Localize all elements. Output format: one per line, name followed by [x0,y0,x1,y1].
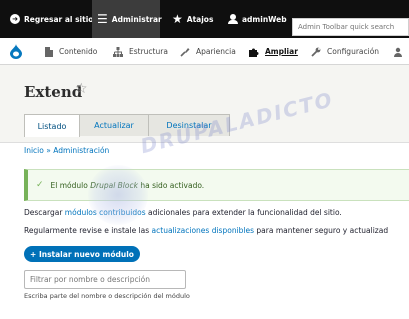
tray-item-apariencia[interactable]: Apariencia [180,38,236,65]
back-arrow-icon: ➜ [10,14,20,24]
tab-desinstalar[interactable]: Desinstalar [149,114,230,136]
available-updates-link[interactable]: actualizaciones disponibles [152,226,254,235]
contributed-modules-link[interactable]: módulos contribuidos [65,208,146,217]
intro-paragraph-2: Regularmente revise e instale las actual… [24,226,388,235]
admin-toolbar: ➜ Regresar al sitio ☰ Administrar ★ Ataj… [0,0,409,38]
status-module-name: Drupal Block [90,180,138,190]
tab-actualizar[interactable]: Actualizar [80,114,149,136]
tray-item-estructura[interactable]: Estructura [113,38,168,65]
breadcrumb-separator: » [46,146,51,155]
drupal-drop-logo-icon[interactable] [10,44,22,61]
paintbrush-icon [180,47,190,57]
manage-tab-label: Administrar [111,14,162,24]
user-tab-label: adminWeb [242,14,287,24]
toolbar-quick-search-input[interactable] [292,18,409,36]
add-shortcut-star-icon[interactable]: ☆ [75,82,88,96]
people-icon [394,47,404,57]
module-filter-input[interactable] [24,270,186,289]
tray-item-label: Configuración [327,47,380,56]
status-text-suffix: ha sido activado. [137,180,205,190]
tray-item-label: Contenido [59,47,98,56]
breadcrumb-admin-link[interactable]: Administración [53,146,109,155]
filter-description: Escriba parte del nombre o descripción d… [24,292,190,300]
tray-item-label: Ampliar [265,47,298,56]
puzzle-icon [249,47,259,57]
tray-item-contenido[interactable]: Contenido [45,38,97,65]
sitemap-icon [113,46,123,57]
page-title: Extend [24,83,83,101]
shortcuts-tab[interactable]: ★ Atajos [172,0,213,38]
manage-tab[interactable]: ☰ Administrar [92,0,162,38]
status-text-prefix: El módulo [50,180,91,190]
tray-item-ampliar[interactable]: Ampliar [249,38,298,65]
wrench-icon [311,47,321,57]
status-message: ✓ El módulo Drupal Block ha sido activad… [24,169,409,201]
p2-text-before: Regularmente revise e instale las [24,226,152,235]
p1-text-after: adicionales para extender la funcionalid… [145,208,342,217]
install-new-module-button[interactable]: + Instalar nuevo módulo [24,246,140,262]
back-to-site-label: Regresar al sitio [24,14,94,24]
user-tab[interactable]: adminWeb [228,0,287,38]
tray-item-configuracion[interactable]: Configuración [311,38,379,65]
p1-text-before: Descargar [24,208,65,217]
shortcuts-tab-label: Atajos [186,14,214,24]
star-icon: ★ [172,12,183,26]
primary-tabs: Listado Actualizar Desinstalar [24,114,230,137]
user-icon [228,14,238,24]
p2-text-after: para mantener seguro y actualizad [254,226,389,235]
back-to-site-link[interactable]: ➜ Regresar al sitio [10,0,93,38]
tab-listado[interactable]: Listado [24,114,80,137]
breadcrumb-home-link[interactable]: Inicio [24,146,44,155]
document-icon [45,46,53,57]
intro-paragraph-1: Descargar módulos contribuidos adicional… [24,208,342,217]
breadcrumb: Inicio » Administración [24,146,109,155]
check-icon: ✓ [36,180,44,190]
hamburger-menu-icon: ☰ [97,12,108,26]
tray-item-label: Apariencia [196,47,236,56]
tray-item-label: Estructura [129,47,168,56]
tray-item-people[interactable] [394,38,409,65]
toolbar-tray: Contenido Estructura Apariencia Ampliar … [0,38,409,65]
